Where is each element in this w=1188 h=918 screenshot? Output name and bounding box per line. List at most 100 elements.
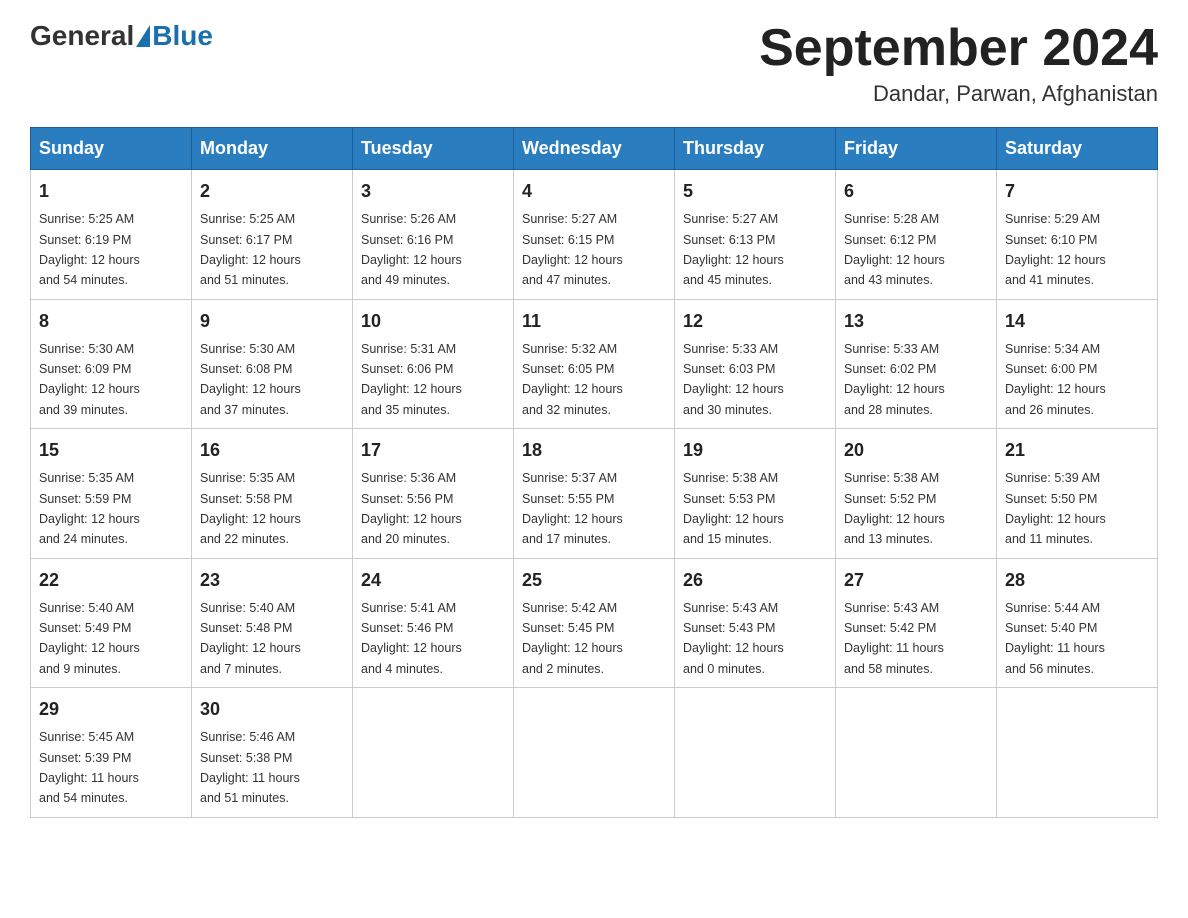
calendar-cell: 21 Sunrise: 5:39 AMSunset: 5:50 PMDaylig…: [997, 429, 1158, 559]
day-info: Sunrise: 5:28 AMSunset: 6:12 PMDaylight:…: [844, 212, 945, 287]
day-number: 23: [200, 567, 344, 594]
calendar-cell: 8 Sunrise: 5:30 AMSunset: 6:09 PMDayligh…: [31, 299, 192, 429]
day-number: 8: [39, 308, 183, 335]
day-number: 5: [683, 178, 827, 205]
calendar-cell: 17 Sunrise: 5:36 AMSunset: 5:56 PMDaylig…: [353, 429, 514, 559]
day-number: 29: [39, 696, 183, 723]
header-tuesday: Tuesday: [353, 128, 514, 170]
day-number: 12: [683, 308, 827, 335]
day-info: Sunrise: 5:45 AMSunset: 5:39 PMDaylight:…: [39, 730, 139, 805]
calendar-cell: 20 Sunrise: 5:38 AMSunset: 5:52 PMDaylig…: [836, 429, 997, 559]
calendar-header-row: Sunday Monday Tuesday Wednesday Thursday…: [31, 128, 1158, 170]
calendar-cell: 1 Sunrise: 5:25 AMSunset: 6:19 PMDayligh…: [31, 170, 192, 300]
month-title: September 2024: [759, 20, 1158, 77]
day-number: 25: [522, 567, 666, 594]
calendar-table: Sunday Monday Tuesday Wednesday Thursday…: [30, 127, 1158, 818]
calendar-cell: 30 Sunrise: 5:46 AMSunset: 5:38 PMDaylig…: [192, 688, 353, 818]
day-number: 14: [1005, 308, 1149, 335]
calendar-cell: [675, 688, 836, 818]
day-info: Sunrise: 5:35 AMSunset: 5:59 PMDaylight:…: [39, 471, 140, 546]
day-info: Sunrise: 5:32 AMSunset: 6:05 PMDaylight:…: [522, 342, 623, 417]
day-info: Sunrise: 5:46 AMSunset: 5:38 PMDaylight:…: [200, 730, 300, 805]
header-saturday: Saturday: [997, 128, 1158, 170]
day-number: 3: [361, 178, 505, 205]
calendar-cell: 9 Sunrise: 5:30 AMSunset: 6:08 PMDayligh…: [192, 299, 353, 429]
day-info: Sunrise: 5:33 AMSunset: 6:03 PMDaylight:…: [683, 342, 784, 417]
calendar-cell: 18 Sunrise: 5:37 AMSunset: 5:55 PMDaylig…: [514, 429, 675, 559]
header-sunday: Sunday: [31, 128, 192, 170]
calendar-cell: [997, 688, 1158, 818]
calendar-cell: [514, 688, 675, 818]
location: Dandar, Parwan, Afghanistan: [759, 81, 1158, 107]
day-info: Sunrise: 5:33 AMSunset: 6:02 PMDaylight:…: [844, 342, 945, 417]
calendar-cell: 7 Sunrise: 5:29 AMSunset: 6:10 PMDayligh…: [997, 170, 1158, 300]
calendar-week-5: 29 Sunrise: 5:45 AMSunset: 5:39 PMDaylig…: [31, 688, 1158, 818]
calendar-cell: 15 Sunrise: 5:35 AMSunset: 5:59 PMDaylig…: [31, 429, 192, 559]
calendar-cell: [353, 688, 514, 818]
day-number: 17: [361, 437, 505, 464]
calendar-cell: 14 Sunrise: 5:34 AMSunset: 6:00 PMDaylig…: [997, 299, 1158, 429]
day-number: 22: [39, 567, 183, 594]
day-number: 30: [200, 696, 344, 723]
calendar-cell: 26 Sunrise: 5:43 AMSunset: 5:43 PMDaylig…: [675, 558, 836, 688]
logo-triangle-icon: [136, 25, 150, 47]
calendar-cell: 10 Sunrise: 5:31 AMSunset: 6:06 PMDaylig…: [353, 299, 514, 429]
day-info: Sunrise: 5:38 AMSunset: 5:52 PMDaylight:…: [844, 471, 945, 546]
calendar-cell: 2 Sunrise: 5:25 AMSunset: 6:17 PMDayligh…: [192, 170, 353, 300]
day-number: 7: [1005, 178, 1149, 205]
day-info: Sunrise: 5:41 AMSunset: 5:46 PMDaylight:…: [361, 601, 462, 676]
day-info: Sunrise: 5:35 AMSunset: 5:58 PMDaylight:…: [200, 471, 301, 546]
day-number: 2: [200, 178, 344, 205]
day-info: Sunrise: 5:34 AMSunset: 6:00 PMDaylight:…: [1005, 342, 1106, 417]
calendar-cell: 23 Sunrise: 5:40 AMSunset: 5:48 PMDaylig…: [192, 558, 353, 688]
day-number: 26: [683, 567, 827, 594]
day-info: Sunrise: 5:25 AMSunset: 6:19 PMDaylight:…: [39, 212, 140, 287]
day-info: Sunrise: 5:42 AMSunset: 5:45 PMDaylight:…: [522, 601, 623, 676]
day-info: Sunrise: 5:26 AMSunset: 6:16 PMDaylight:…: [361, 212, 462, 287]
calendar-cell: 28 Sunrise: 5:44 AMSunset: 5:40 PMDaylig…: [997, 558, 1158, 688]
day-number: 6: [844, 178, 988, 205]
day-number: 27: [844, 567, 988, 594]
day-info: Sunrise: 5:43 AMSunset: 5:43 PMDaylight:…: [683, 601, 784, 676]
day-info: Sunrise: 5:27 AMSunset: 6:13 PMDaylight:…: [683, 212, 784, 287]
day-info: Sunrise: 5:29 AMSunset: 6:10 PMDaylight:…: [1005, 212, 1106, 287]
day-info: Sunrise: 5:40 AMSunset: 5:49 PMDaylight:…: [39, 601, 140, 676]
day-number: 11: [522, 308, 666, 335]
calendar-cell: 13 Sunrise: 5:33 AMSunset: 6:02 PMDaylig…: [836, 299, 997, 429]
day-info: Sunrise: 5:39 AMSunset: 5:50 PMDaylight:…: [1005, 471, 1106, 546]
calendar-cell: 29 Sunrise: 5:45 AMSunset: 5:39 PMDaylig…: [31, 688, 192, 818]
calendar-week-3: 15 Sunrise: 5:35 AMSunset: 5:59 PMDaylig…: [31, 429, 1158, 559]
header-monday: Monday: [192, 128, 353, 170]
day-number: 4: [522, 178, 666, 205]
day-info: Sunrise: 5:37 AMSunset: 5:55 PMDaylight:…: [522, 471, 623, 546]
day-number: 20: [844, 437, 988, 464]
header-friday: Friday: [836, 128, 997, 170]
day-number: 9: [200, 308, 344, 335]
day-info: Sunrise: 5:27 AMSunset: 6:15 PMDaylight:…: [522, 212, 623, 287]
day-info: Sunrise: 5:38 AMSunset: 5:53 PMDaylight:…: [683, 471, 784, 546]
day-info: Sunrise: 5:30 AMSunset: 6:09 PMDaylight:…: [39, 342, 140, 417]
calendar-week-4: 22 Sunrise: 5:40 AMSunset: 5:49 PMDaylig…: [31, 558, 1158, 688]
day-info: Sunrise: 5:40 AMSunset: 5:48 PMDaylight:…: [200, 601, 301, 676]
day-number: 18: [522, 437, 666, 464]
calendar-week-2: 8 Sunrise: 5:30 AMSunset: 6:09 PMDayligh…: [31, 299, 1158, 429]
title-area: September 2024 Dandar, Parwan, Afghanist…: [759, 20, 1158, 107]
page-header: General Blue September 2024 Dandar, Parw…: [30, 20, 1158, 107]
day-number: 15: [39, 437, 183, 464]
header-wednesday: Wednesday: [514, 128, 675, 170]
day-number: 28: [1005, 567, 1149, 594]
logo-blue: Blue: [152, 20, 213, 52]
calendar-cell: 3 Sunrise: 5:26 AMSunset: 6:16 PMDayligh…: [353, 170, 514, 300]
calendar-cell: 11 Sunrise: 5:32 AMSunset: 6:05 PMDaylig…: [514, 299, 675, 429]
calendar-cell: 16 Sunrise: 5:35 AMSunset: 5:58 PMDaylig…: [192, 429, 353, 559]
day-number: 21: [1005, 437, 1149, 464]
calendar-cell: 5 Sunrise: 5:27 AMSunset: 6:13 PMDayligh…: [675, 170, 836, 300]
day-info: Sunrise: 5:43 AMSunset: 5:42 PMDaylight:…: [844, 601, 944, 676]
calendar-cell: 25 Sunrise: 5:42 AMSunset: 5:45 PMDaylig…: [514, 558, 675, 688]
header-thursday: Thursday: [675, 128, 836, 170]
calendar-cell: [836, 688, 997, 818]
calendar-cell: 19 Sunrise: 5:38 AMSunset: 5:53 PMDaylig…: [675, 429, 836, 559]
calendar-cell: 4 Sunrise: 5:27 AMSunset: 6:15 PMDayligh…: [514, 170, 675, 300]
calendar-cell: 22 Sunrise: 5:40 AMSunset: 5:49 PMDaylig…: [31, 558, 192, 688]
calendar-cell: 27 Sunrise: 5:43 AMSunset: 5:42 PMDaylig…: [836, 558, 997, 688]
